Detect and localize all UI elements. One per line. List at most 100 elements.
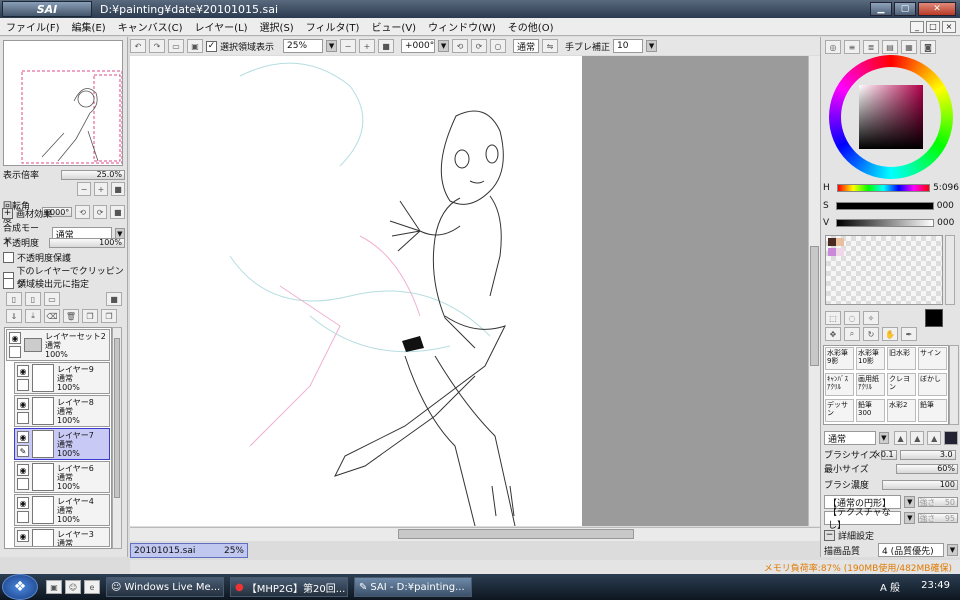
tool-canvas-acrylic[interactable]: ｷｬﾝﾊﾞｽ ｱｸﾘﾙ	[825, 373, 854, 396]
canvas-area[interactable]	[130, 56, 808, 526]
tool-watercolor-9[interactable]: 水彩筆 9影	[825, 347, 854, 370]
lock-icon[interactable]	[17, 478, 29, 490]
preserve-opacity-checkbox[interactable]	[3, 252, 14, 263]
lock-icon[interactable]	[17, 511, 29, 523]
texture-strength-slider[interactable]: 強さ 95	[918, 513, 958, 523]
layer-item-selected[interactable]: ◉ ✎ レイヤー7 通常 100%	[14, 428, 110, 460]
tool-old-watercolor[interactable]: 旧水彩	[887, 347, 916, 370]
brush-size-slider[interactable]: 3.0	[899, 449, 956, 460]
doc-close-button[interactable]: ×	[942, 20, 956, 33]
lasso-icon[interactable]: ◌	[844, 311, 860, 325]
tool-paper-acrylic[interactable]: 画用紙 ｱｸﾘﾙ	[856, 373, 885, 396]
rotate-reset-button[interactable]: ○	[490, 39, 507, 53]
nav-zoom-out-button[interactable]: −	[77, 182, 91, 196]
quality-select[interactable]: 4 (品質優先)	[878, 543, 944, 557]
undo-button[interactable]: ↶	[130, 39, 146, 53]
menu-file[interactable]: ファイル(F)	[0, 19, 66, 34]
tool-grid-scrollbar[interactable]	[949, 345, 959, 425]
menu-layer[interactable]: レイヤー(L)	[188, 19, 253, 34]
brush-mode-select[interactable]: 通常	[824, 431, 876, 445]
lock-icon[interactable]	[17, 379, 29, 391]
stabilizer-field[interactable]: 10	[613, 39, 644, 53]
swatch-area[interactable]	[825, 235, 943, 305]
vertical-scroll-thumb[interactable]	[810, 246, 819, 366]
layer-item[interactable]: ◉ レイヤー9 通常 100%	[14, 362, 110, 394]
opacity-slider[interactable]: 100%	[49, 237, 125, 248]
tool-watercolor-10[interactable]: 水彩筆 10影	[856, 347, 885, 370]
shape-strength-slider[interactable]: 強さ 50	[918, 497, 958, 507]
minimize-button[interactable]: ▁	[870, 2, 892, 16]
zoom-in-button[interactable]: +	[359, 39, 376, 53]
brush-shape-4-icon[interactable]	[944, 431, 958, 445]
move-icon[interactable]: ✥	[825, 327, 841, 341]
brush-shape-2-icon[interactable]: ▲	[910, 431, 925, 445]
hue-slider[interactable]	[836, 184, 931, 192]
rotate-left-button[interactable]: ⟲	[452, 39, 469, 53]
visibility-icon[interactable]: ◉	[17, 497, 29, 509]
layer-item[interactable]: ◉ レイヤー3 通常	[14, 527, 110, 547]
swatch[interactable]	[836, 248, 844, 256]
menu-filter[interactable]: フィルタ(T)	[300, 19, 366, 34]
visibility-icon[interactable]: ◉	[17, 464, 29, 476]
redo-button[interactable]: ↷	[149, 39, 165, 53]
foreground-color[interactable]	[925, 309, 943, 327]
menu-canvas[interactable]: キャンバス(C)	[112, 19, 189, 34]
start-button[interactable]: ❖	[2, 574, 38, 600]
canvas-paper[interactable]	[130, 56, 582, 526]
quality-dropdown[interactable]: ▼	[947, 544, 958, 556]
menu-window[interactable]: ウィンドウ(W)	[422, 19, 502, 34]
tool-blur[interactable]: ぼかし	[918, 373, 947, 396]
navigator-preview[interactable]	[3, 40, 123, 166]
new-folder-icon[interactable]: ▭	[44, 292, 60, 306]
apply-mask-icon[interactable]: ■	[106, 292, 122, 306]
menu-edit[interactable]: 編集(E)	[66, 19, 112, 34]
horizontal-scroll-thumb[interactable]	[398, 529, 634, 539]
zoom-dropdown[interactable]: ▼	[326, 40, 338, 52]
swatch-scrollbar[interactable]	[945, 235, 955, 305]
zoom-out-button[interactable]: −	[340, 39, 357, 53]
collapse-icon[interactable]: −	[824, 530, 835, 541]
new-linked-layer-icon[interactable]: ▯	[25, 292, 41, 306]
scratchpad-tab-icon[interactable]: ◙	[920, 40, 936, 54]
density-slider[interactable]: 100	[882, 479, 958, 490]
color-mixer-tab-icon[interactable]: ▤	[882, 40, 898, 54]
layer-scroll-thumb[interactable]	[114, 338, 120, 498]
visibility-icon[interactable]: ◉	[9, 332, 21, 344]
visibility-icon[interactable]: ◉	[17, 398, 29, 410]
menu-select[interactable]: 選択(S)	[254, 19, 300, 34]
hue-wheel[interactable]	[829, 55, 953, 179]
flatten-icon[interactable]: ⤓	[25, 309, 41, 323]
selection-display-checkbox[interactable]: ✓	[206, 40, 217, 52]
doc-restore-button[interactable]: □	[926, 20, 940, 33]
nav-rotate-left-button[interactable]: ⟲	[75, 205, 90, 219]
selection-source-checkbox[interactable]	[3, 278, 14, 289]
paper-effect-row[interactable]: + 画材効果	[2, 207, 52, 220]
paste-layer-icon[interactable]: ❐	[101, 309, 117, 323]
deselect-button[interactable]: ▭	[168, 39, 184, 53]
layer-list-scrollbar[interactable]	[112, 327, 122, 549]
eyedropper-icon[interactable]: ✒	[901, 327, 917, 341]
layer-item[interactable]: ◉ レイヤー6 通常 100%	[14, 461, 110, 493]
task-sai[interactable]: ✎ SAI - D:¥painting...	[354, 577, 472, 597]
tool-pencil300[interactable]: 鉛筆300	[856, 399, 885, 422]
tool-watercolor2[interactable]: 水彩2	[887, 399, 916, 422]
rotation-field[interactable]: +000°	[401, 39, 436, 53]
rotate-icon[interactable]: ↻	[863, 327, 879, 341]
task-browser[interactable]: ● 【MHP2G】第20回...	[230, 577, 348, 597]
value-slider[interactable]	[836, 219, 935, 227]
new-layer-icon[interactable]: ▯	[6, 292, 22, 306]
tool-sign[interactable]: サイン	[918, 347, 947, 370]
zoom-reset-button[interactable]: ■	[378, 39, 395, 53]
document-tab[interactable]: 20101015.sai 25%	[130, 543, 248, 558]
nav-zoom-reset-button[interactable]: ■	[111, 182, 125, 196]
saturation-slider[interactable]	[835, 202, 934, 210]
canvas-vertical-scrollbar[interactable]	[808, 56, 820, 526]
clear-layer-icon[interactable]: ⌫	[44, 309, 60, 323]
zoom-field[interactable]: 25%	[283, 39, 324, 53]
sv-square[interactable]	[859, 85, 923, 149]
rect-select-icon[interactable]: ⬚	[825, 311, 841, 325]
canvas-horizontal-scrollbar[interactable]	[130, 527, 820, 541]
visibility-icon[interactable]: ◉	[17, 431, 29, 443]
swatch-tab-icon[interactable]: ▦	[901, 40, 917, 54]
show-desktop-icon[interactable]: ▣	[46, 580, 62, 594]
